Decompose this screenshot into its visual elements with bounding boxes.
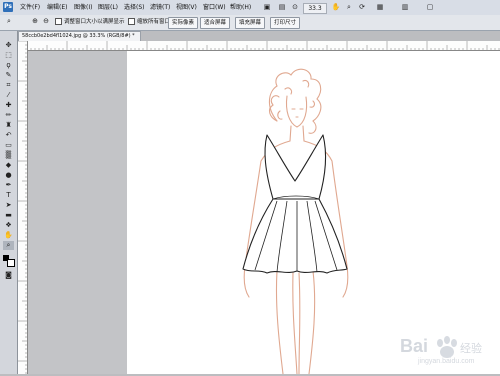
- move-icon[interactable]: ✥: [3, 41, 14, 50]
- blur-icon[interactable]: ◆: [3, 161, 14, 170]
- brush-icon[interactable]: ✏: [3, 111, 14, 120]
- quick-mask-icon[interactable]: ◙: [3, 271, 14, 280]
- gradient-icon[interactable]: ▒: [3, 151, 14, 160]
- background-color-swatch[interactable]: [7, 259, 15, 267]
- zoom-icon[interactable]: ⌕: [3, 241, 14, 250]
- checkbox-box[interactable]: [128, 18, 135, 25]
- zoom-out-icon[interactable]: ⊖: [41, 17, 51, 26]
- dodge-icon[interactable]: ●: [3, 171, 14, 180]
- fill-screen-button[interactable]: 填充屏幕: [235, 17, 266, 29]
- resize-windows-label: 调整窗口大小以满屏显示: [64, 19, 125, 25]
- fashion-sketch: [242, 68, 349, 375]
- options-bar: ⌕ ⊕ ⊖ 调整窗口大小以满屏显示 缩放所有窗口 实际像素 适合屏幕 填充屏幕 …: [0, 15, 500, 31]
- vertical-ruler: [18, 41, 28, 374]
- checkbox-box[interactable]: [55, 18, 62, 25]
- 3d-rotate-icon[interactable]: ❖: [3, 221, 14, 230]
- eraser-icon[interactable]: ▭: [3, 141, 14, 150]
- menu-edit[interactable]: 编辑(E): [47, 3, 67, 12]
- screen-mode-icon[interactable]: ▢: [425, 3, 435, 12]
- pen-icon[interactable]: ✒: [3, 181, 14, 190]
- baidu-watermark: Bai 经验 jingyan.baidu.com: [394, 332, 498, 370]
- quick-select-icon[interactable]: ✎: [3, 71, 14, 80]
- history-brush-icon[interactable]: ↶: [3, 131, 14, 140]
- mini-bridge-icon[interactable]: ▤: [277, 3, 287, 12]
- menu-bar: Ps 文件(F) 编辑(E) 图像(I) 图层(L) 选择(S) 滤镜(T) 视…: [0, 0, 500, 16]
- shape-icon[interactable]: ▬: [3, 211, 14, 220]
- watermark-brand-suffix: 经验: [460, 342, 482, 355]
- print-size-button[interactable]: 打印尺寸: [270, 17, 301, 29]
- marquee-icon[interactable]: ⬚: [3, 51, 14, 60]
- actual-pixels-button[interactable]: 实际像素: [168, 17, 199, 29]
- watermark-brand: Bai: [400, 336, 429, 356]
- document-tab[interactable]: 58ccb0e2bd4fl1024.jpg @ 33.3% (RGB/8#) *: [18, 31, 141, 41]
- fit-screen-button[interactable]: 适合屏幕: [200, 17, 231, 29]
- menu-filter[interactable]: 滤镜(T): [150, 3, 170, 12]
- bridge-icon[interactable]: ▣: [262, 3, 272, 12]
- horizontal-ruler: [27, 41, 500, 51]
- menu-image[interactable]: 图像(I): [74, 3, 92, 12]
- zoom-all-windows-checkbox[interactable]: 缩放所有窗口: [128, 18, 170, 27]
- crop-icon[interactable]: ⌗: [3, 81, 14, 90]
- grid-icon[interactable]: ▦: [375, 3, 385, 12]
- menu-view[interactable]: 视图(V): [176, 3, 197, 12]
- menu-select[interactable]: 选择(S): [124, 3, 145, 12]
- menu-help[interactable]: 帮助(H): [230, 3, 251, 12]
- hand-icon[interactable]: ✋: [331, 3, 341, 12]
- zoom-level-field[interactable]: 33.3: [303, 3, 327, 14]
- zoom-all-windows-label: 缩放所有窗口: [137, 19, 171, 25]
- tools-panel: ✥ ⬚ ϙ ✎ ⌗ ⁄ ✚ ✏ ♜ ↶ ▭ ▒ ◆ ● ✒ T ➤ ▬ ❖ ✋ …: [0, 31, 18, 374]
- eyedropper-icon[interactable]: ⁄: [3, 91, 14, 100]
- menu-file[interactable]: 文件(F): [20, 3, 40, 12]
- image-canvas[interactable]: [127, 51, 500, 375]
- hand-icon[interactable]: ✋: [3, 231, 14, 240]
- rotate-view-icon[interactable]: ⟳: [357, 3, 367, 12]
- type-icon[interactable]: T: [3, 191, 14, 200]
- zoom-tool-icon[interactable]: ⌕: [344, 3, 354, 12]
- watermark-url: jingyan.baidu.com: [418, 358, 475, 365]
- healing-brush-icon[interactable]: ✚: [3, 101, 14, 110]
- arrange-documents-icon[interactable]: ▥: [400, 3, 410, 12]
- menu-window[interactable]: 窗口(W): [203, 3, 226, 12]
- zoom-tool-preset-icon[interactable]: ⌕: [3, 17, 15, 26]
- zoom-in-icon[interactable]: ⊕: [30, 17, 40, 26]
- menu-layer[interactable]: 图层(L): [98, 3, 118, 12]
- resize-windows-checkbox[interactable]: 调整窗口大小以满屏显示: [55, 18, 125, 27]
- lasso-icon[interactable]: ϙ: [3, 61, 14, 70]
- zoom-menu-icon[interactable]: ⊙: [290, 3, 300, 12]
- path-select-icon[interactable]: ➤: [3, 201, 14, 210]
- clone-stamp-icon[interactable]: ♜: [3, 121, 14, 130]
- photoshop-logo: Ps: [3, 2, 13, 12]
